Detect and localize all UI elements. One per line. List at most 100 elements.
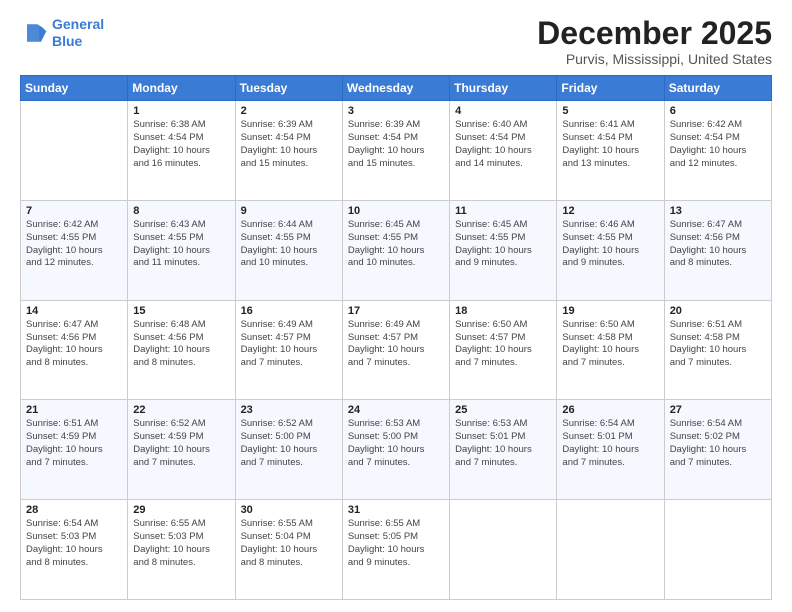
day-number: 12 — [562, 205, 658, 217]
day-number: 6 — [670, 105, 766, 117]
table-row: 30 Sunrise: 6:55 AMSunset: 5:04 PMDayligh… — [235, 500, 342, 600]
day-number: 2 — [241, 105, 337, 117]
calendar-week-4: 21Sunrise: 6:51 AMSunset: 4:59 PMDayligh… — [21, 400, 772, 500]
col-thursday: Thursday — [450, 76, 557, 101]
logo-blue-text: Blue — [52, 33, 82, 49]
header: General Blue December 2025 Purvis, Missi… — [20, 16, 772, 67]
table-row: 16 Sunrise: 6:49 AMSunset: 4:57 PMDayligh… — [235, 300, 342, 400]
day-number: 28 — [26, 504, 122, 516]
day-detail: Sunrise: 6:50 AMSunset: 4:58 PMDaylight:… — [562, 319, 658, 370]
day-detail: Sunrise: 6:51 AMSunset: 4:58 PMDaylight:… — [670, 319, 766, 370]
col-monday: Monday — [128, 76, 235, 101]
table-row: 14 Sunrise: 6:47 AMSunset: 4:56 PMDayligh… — [21, 300, 128, 400]
table-row — [450, 500, 557, 600]
day-number: 29 — [133, 504, 229, 516]
day-detail: Sunrise: 6:55 AMSunset: 5:05 PMDaylight:… — [348, 518, 444, 569]
main-title: December 2025 — [537, 16, 772, 51]
day-detail: Sunrise: 6:38 AMSunset: 4:54 PMDaylight:… — [133, 119, 229, 170]
day-detail: Sunrise: 6:39 AMSunset: 4:54 PMDaylight:… — [241, 119, 337, 170]
table-row: 4Sunrise: 6:40 AMSunset: 4:54 PMDaylight… — [450, 101, 557, 201]
day-detail: Sunrise: 6:53 AMSunset: 5:01 PMDaylight:… — [455, 418, 551, 469]
table-row: 12 Sunrise: 6:46 AMSunset: 4:55 PMDayligh… — [557, 200, 664, 300]
day-detail: Sunrise: 6:45 AMSunset: 4:55 PMDaylight:… — [455, 219, 551, 270]
day-number: 3 — [348, 105, 444, 117]
table-row: 29 Sunrise: 6:55 AMSunset: 5:03 PMDayligh… — [128, 500, 235, 600]
table-row: 28 Sunrise: 6:54 AMSunset: 5:03 PMDayligh… — [21, 500, 128, 600]
col-saturday: Saturday — [664, 76, 771, 101]
day-detail: Sunrise: 6:49 AMSunset: 4:57 PMDaylight:… — [241, 319, 337, 370]
day-number: 27 — [670, 404, 766, 416]
day-number: 25 — [455, 404, 551, 416]
day-number: 31 — [348, 504, 444, 516]
table-row: 19 Sunrise: 6:50 AMSunset: 4:58 PMDayligh… — [557, 300, 664, 400]
table-row: 5Sunrise: 6:41 AMSunset: 4:54 PMDaylight… — [557, 101, 664, 201]
table-row: 15 Sunrise: 6:48 AMSunset: 4:56 PMDayligh… — [128, 300, 235, 400]
day-number: 18 — [455, 305, 551, 317]
day-detail: Sunrise: 6:50 AMSunset: 4:57 PMDaylight:… — [455, 319, 551, 370]
table-row — [21, 101, 128, 201]
table-row: 8Sunrise: 6:43 AMSunset: 4:55 PMDaylight… — [128, 200, 235, 300]
day-number: 23 — [241, 404, 337, 416]
day-number: 19 — [562, 305, 658, 317]
table-row: 18 Sunrise: 6:50 AMSunset: 4:57 PMDayligh… — [450, 300, 557, 400]
logo: General Blue — [20, 16, 104, 50]
table-row: 6 Sunrise: 6:42 AMSunset: 4:54 PMDaylight… — [664, 101, 771, 201]
day-number: 16 — [241, 305, 337, 317]
col-wednesday: Wednesday — [342, 76, 449, 101]
table-row: 26Sunrise: 6:54 AMSunset: 5:01 PMDayligh… — [557, 400, 664, 500]
table-row: 27 Sunrise: 6:54 AMSunset: 5:02 PMDayligh… — [664, 400, 771, 500]
day-number: 24 — [348, 404, 444, 416]
table-row: 17Sunrise: 6:49 AMSunset: 4:57 PMDayligh… — [342, 300, 449, 400]
day-detail: Sunrise: 6:54 AMSunset: 5:03 PMDaylight:… — [26, 518, 122, 569]
day-number: 13 — [670, 205, 766, 217]
table-row: 3 Sunrise: 6:39 AMSunset: 4:54 PMDaylight… — [342, 101, 449, 201]
day-number: 9 — [241, 205, 337, 217]
calendar-table: Sunday Monday Tuesday Wednesday Thursday… — [20, 75, 772, 600]
table-row: 9 Sunrise: 6:44 AMSunset: 4:55 PMDaylight… — [235, 200, 342, 300]
day-detail: Sunrise: 6:52 AMSunset: 5:00 PMDaylight:… — [241, 418, 337, 469]
day-number: 14 — [26, 305, 122, 317]
table-row: 11Sunrise: 6:45 AMSunset: 4:55 PMDayligh… — [450, 200, 557, 300]
day-number: 10 — [348, 205, 444, 217]
subtitle: Purvis, Mississippi, United States — [537, 51, 772, 67]
calendar-week-3: 14 Sunrise: 6:47 AMSunset: 4:56 PMDayligh… — [21, 300, 772, 400]
day-detail: Sunrise: 6:55 AMSunset: 5:03 PMDaylight:… — [133, 518, 229, 569]
day-detail: Sunrise: 6:51 AMSunset: 4:59 PMDaylight:… — [26, 418, 122, 469]
day-detail: Sunrise: 6:53 AMSunset: 5:00 PMDaylight:… — [348, 418, 444, 469]
day-number: 20 — [670, 305, 766, 317]
day-detail: Sunrise: 6:47 AMSunset: 4:56 PMDaylight:… — [26, 319, 122, 370]
logo-general: General — [52, 16, 104, 32]
day-number: 7 — [26, 205, 122, 217]
table-row: 22 Sunrise: 6:52 AMSunset: 4:59 PMDayligh… — [128, 400, 235, 500]
col-friday: Friday — [557, 76, 664, 101]
day-detail: Sunrise: 6:43 AMSunset: 4:55 PMDaylight:… — [133, 219, 229, 270]
day-number: 30 — [241, 504, 337, 516]
calendar-week-2: 7Sunrise: 6:42 AMSunset: 4:55 PMDaylight… — [21, 200, 772, 300]
table-row: 13 Sunrise: 6:47 AMSunset: 4:56 PMDayligh… — [664, 200, 771, 300]
day-detail: Sunrise: 6:42 AMSunset: 4:54 PMDaylight:… — [670, 119, 766, 170]
day-detail: Sunrise: 6:47 AMSunset: 4:56 PMDaylight:… — [670, 219, 766, 270]
title-block: December 2025 Purvis, Mississippi, Unite… — [537, 16, 772, 67]
logo-text: General Blue — [52, 16, 104, 50]
day-number: 15 — [133, 305, 229, 317]
table-row: 20 Sunrise: 6:51 AMSunset: 4:58 PMDayligh… — [664, 300, 771, 400]
day-number: 22 — [133, 404, 229, 416]
day-number: 4 — [455, 105, 551, 117]
table-row: 1 Sunrise: 6:38 AMSunset: 4:54 PMDaylight… — [128, 101, 235, 201]
day-number: 1 — [133, 105, 229, 117]
table-row: 31 Sunrise: 6:55 AMSunset: 5:05 PMDayligh… — [342, 500, 449, 600]
day-detail: Sunrise: 6:39 AMSunset: 4:54 PMDaylight:… — [348, 119, 444, 170]
day-number: 5 — [562, 105, 658, 117]
day-detail: Sunrise: 6:46 AMSunset: 4:55 PMDaylight:… — [562, 219, 658, 270]
table-row: 10Sunrise: 6:45 AMSunset: 4:55 PMDayligh… — [342, 200, 449, 300]
day-detail: Sunrise: 6:52 AMSunset: 4:59 PMDaylight:… — [133, 418, 229, 469]
calendar-week-1: 1 Sunrise: 6:38 AMSunset: 4:54 PMDaylight… — [21, 101, 772, 201]
day-detail: Sunrise: 6:55 AMSunset: 5:04 PMDaylight:… — [241, 518, 337, 569]
table-row: 21Sunrise: 6:51 AMSunset: 4:59 PMDayligh… — [21, 400, 128, 500]
day-detail: Sunrise: 6:54 AMSunset: 5:02 PMDaylight:… — [670, 418, 766, 469]
calendar-week-5: 28 Sunrise: 6:54 AMSunset: 5:03 PMDayligh… — [21, 500, 772, 600]
day-detail: Sunrise: 6:44 AMSunset: 4:55 PMDaylight:… — [241, 219, 337, 270]
col-sunday: Sunday — [21, 76, 128, 101]
day-detail: Sunrise: 6:48 AMSunset: 4:56 PMDaylight:… — [133, 319, 229, 370]
page: General Blue December 2025 Purvis, Missi… — [0, 0, 792, 612]
